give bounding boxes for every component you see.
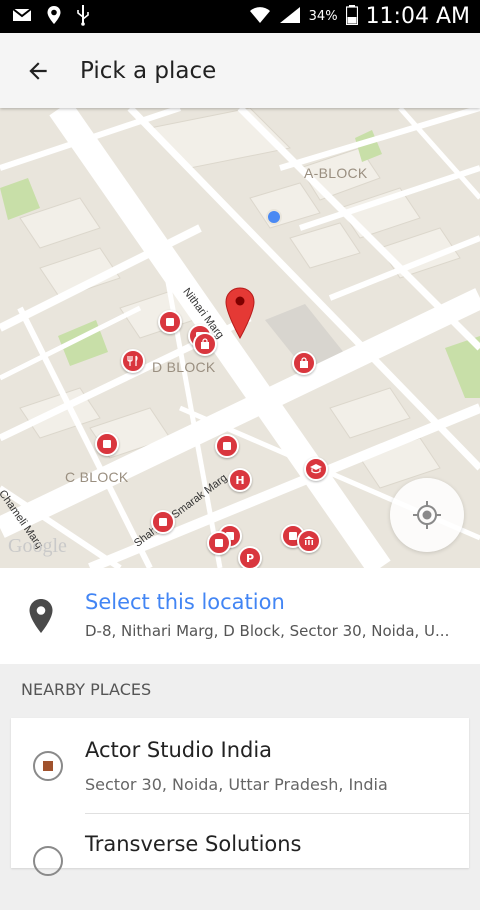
status-right-icons: 34% 11:04 AM (249, 0, 470, 33)
back-button[interactable] (18, 51, 58, 91)
user-location-marker (266, 209, 282, 225)
my-location-button[interactable] (390, 478, 464, 552)
nearby-places-list: Actor Studio India Sector 30, Noida, Utt… (11, 718, 469, 876)
location-icon (46, 5, 62, 29)
status-bar: 34% 11:04 AM (0, 0, 480, 33)
museum-icon[interactable] (297, 529, 321, 553)
select-location-title: Select this location (85, 590, 285, 614)
shopping-bag-icon[interactable] (292, 351, 316, 375)
poi-marker[interactable] (215, 434, 239, 458)
place-type-icon (33, 751, 63, 781)
select-location-address: D-8, Nithari Marg, D Block, Sector 30, N… (85, 622, 450, 640)
poi-marker[interactable] (95, 432, 119, 456)
poi-marker[interactable] (158, 310, 182, 334)
google-attribution: Google (8, 535, 67, 557)
usb-icon (76, 4, 90, 30)
list-item[interactable]: Transverse Solutions (11, 814, 469, 910)
place-name: Transverse Solutions (85, 832, 302, 856)
status-left-icons (0, 4, 90, 30)
battery-icon (345, 4, 358, 29)
place-address: Sector 30, Noida, Uttar Pradesh, India (85, 775, 388, 794)
place-type-icon (33, 846, 63, 876)
list-item[interactable]: Actor Studio India Sector 30, Noida, Utt… (11, 718, 469, 814)
mail-icon (12, 7, 32, 27)
poi-marker[interactable] (151, 510, 175, 534)
school-icon[interactable] (304, 457, 328, 481)
selected-place-pin-icon[interactable] (224, 286, 256, 344)
status-time: 11:04 AM (365, 4, 470, 29)
area-label-d-block: D BLOCK (152, 359, 216, 375)
shopping-bag-icon[interactable] (193, 332, 217, 356)
signal-icon (279, 6, 301, 28)
my-location-icon (413, 501, 441, 529)
place-pin-icon (28, 598, 54, 638)
page-title: Pick a place (80, 57, 217, 84)
area-label-a-block: A-BLOCK (304, 165, 368, 181)
place-name: Actor Studio India (85, 738, 273, 762)
restaurant-icon[interactable] (121, 349, 145, 373)
select-location-row[interactable]: Select this location D-8, Nithari Marg, … (0, 568, 480, 664)
battery-percent: 34% (308, 9, 338, 24)
area-label-c-block: C BLOCK (65, 469, 129, 485)
hospital-icon[interactable]: H (228, 468, 252, 492)
wifi-icon (249, 6, 271, 28)
app-bar: Pick a place (0, 33, 480, 108)
arrow-back-icon (29, 61, 47, 80)
nearby-places-header: NEARBY PLACES (21, 680, 152, 699)
poi-marker[interactable] (207, 531, 231, 555)
parking-icon[interactable]: P (238, 546, 262, 568)
map-view[interactable]: A-BLOCK D BLOCK C BLOCK Nithari Marg Sha… (0, 108, 480, 568)
